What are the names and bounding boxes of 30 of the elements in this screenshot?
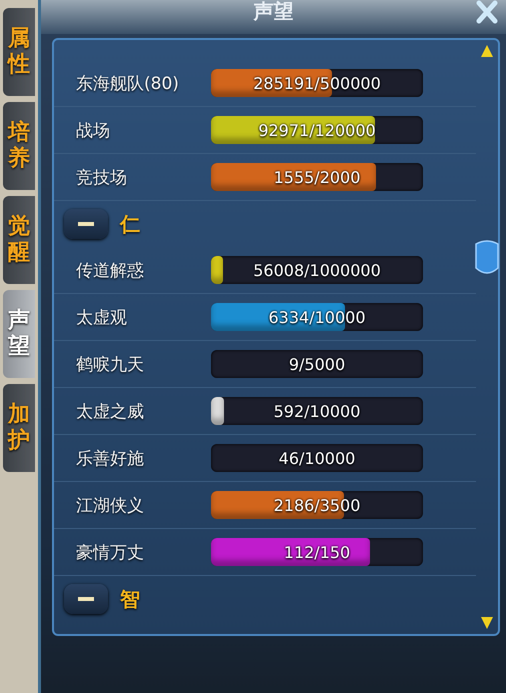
reputation-name: 豪情万丈 <box>75 542 145 564</box>
reputation-name: 乐善好施 <box>75 448 145 470</box>
close-icon[interactable] <box>474 0 500 24</box>
reputation-name: 太虚观 <box>75 306 128 328</box>
collapse-button[interactable] <box>64 584 108 614</box>
group-title: 智 <box>120 586 140 612</box>
scroll-up-icon[interactable] <box>480 44 494 58</box>
progress-reading: 592/10000 <box>272 400 362 422</box>
progress-reading: 112/150 <box>282 542 352 564</box>
reputation-name: 竞技场 <box>75 166 128 188</box>
reputation-name: 江湖侠义 <box>75 494 145 516</box>
progress-reading: 56008/1000000 <box>252 260 382 282</box>
scroll-down-icon[interactable] <box>480 616 494 630</box>
progress-reading: 46/10000 <box>278 448 356 470</box>
reputation-name: 战场 <box>75 120 111 142</box>
side-tab[interactable]: 培养 <box>3 102 35 190</box>
reputation-name: 东海舰队(80) <box>75 72 180 94</box>
group-title: 仁 <box>120 210 140 238</box>
reputation-name: 鹤唳九天 <box>75 354 145 376</box>
reputation-name: 太虚之威 <box>75 400 145 422</box>
side-tab[interactable]: 声望 <box>3 290 35 378</box>
side-tab[interactable]: 加护 <box>3 384 35 472</box>
window-title: 声望 <box>254 0 294 22</box>
progress-reading: 92971/120000 <box>257 120 377 142</box>
reputation-name: 传道解惑 <box>75 260 145 282</box>
progress-reading: 1555/2000 <box>272 166 362 188</box>
side-tab[interactable]: 属性 <box>3 8 35 96</box>
collapse-button[interactable] <box>64 209 108 239</box>
progress-reading: 9/5000 <box>288 354 346 376</box>
side-tab[interactable]: 觉醒 <box>3 196 35 284</box>
